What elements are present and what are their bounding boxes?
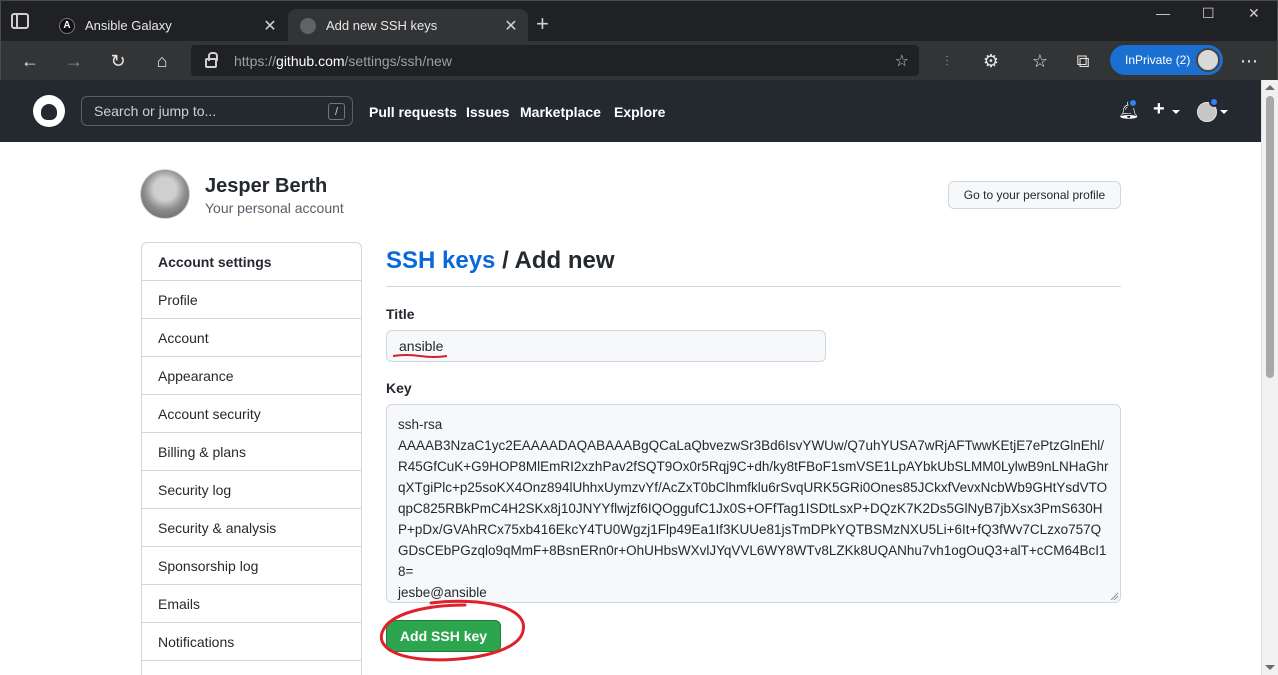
- ansible-favicon-icon: A: [59, 17, 75, 34]
- sidebar-item-security-analysis[interactable]: Security & analysis: [142, 509, 361, 547]
- tab-actions-icon[interactable]: [11, 13, 29, 29]
- chevron-down-icon: [1220, 110, 1228, 114]
- sidebar-item-appearance[interactable]: Appearance: [142, 357, 361, 395]
- settings-sidebar: Account settings Profile Account Appeara…: [141, 242, 362, 675]
- github-favicon-icon: [300, 17, 316, 34]
- address-bar[interactable]: https://github.com/settings/ssh/new ☆: [191, 45, 919, 76]
- key-textarea[interactable]: ssh-rsa AAAAB3NzaC1yc2EAAAADAQABAAABgQCa…: [386, 404, 1121, 603]
- search-placeholder: Search or jump to...: [94, 103, 217, 119]
- sidebar-item-profile[interactable]: Profile: [142, 281, 361, 319]
- page-scrollbar[interactable]: [1261, 80, 1278, 675]
- scroll-down-icon[interactable]: [1265, 665, 1275, 670]
- account-type-label: Your personal account: [205, 200, 344, 216]
- extensions-icon[interactable]: ⚙: [977, 47, 1005, 75]
- chevron-down-icon: [1172, 110, 1180, 114]
- inprivate-label: InPrivate (2): [1125, 53, 1191, 67]
- browser-tab-add-ssh-keys[interactable]: Add new SSH keys ✕: [288, 9, 528, 42]
- maximize-icon[interactable]: ☐: [1202, 5, 1215, 22]
- sidebar-item-account[interactable]: Account: [142, 319, 361, 357]
- avatar[interactable]: [140, 169, 190, 219]
- nav-explore[interactable]: Explore: [614, 104, 665, 120]
- nav-issues[interactable]: Issues: [466, 104, 510, 120]
- nav-marketplace[interactable]: Marketplace: [520, 104, 601, 120]
- forward-icon[interactable]: →: [60, 47, 88, 75]
- scroll-up-icon[interactable]: [1265, 85, 1275, 90]
- add-ssh-key-button[interactable]: Add SSH key: [386, 620, 501, 652]
- browser-tab-ansible-galaxy[interactable]: A Ansible Galaxy ✕: [47, 9, 287, 42]
- heading-divider: [386, 286, 1121, 287]
- key-label: Key: [386, 380, 412, 396]
- url-text: https://github.com/settings/ssh/new: [234, 52, 452, 69]
- title-input[interactable]: [386, 330, 826, 362]
- collections-icon[interactable]: ⧉: [1069, 47, 1097, 75]
- sidebar-item-billing[interactable]: Billing & plans: [142, 433, 361, 471]
- page-title: SSH keys / Add new: [386, 247, 615, 275]
- inprivate-badge[interactable]: InPrivate (2): [1110, 45, 1223, 75]
- notification-indicator-dot: [1128, 98, 1138, 108]
- home-icon[interactable]: ⌂: [148, 47, 176, 75]
- more-menu-icon[interactable]: ⋯: [1235, 47, 1263, 75]
- breadcrumb-ssh-keys-link[interactable]: SSH keys: [386, 247, 495, 274]
- search-input[interactable]: Search or jump to... /: [81, 96, 353, 126]
- close-tab-icon[interactable]: ✕: [259, 15, 281, 37]
- sidebar-item-security-log[interactable]: Security log: [142, 471, 361, 509]
- sidebar-item-notifications[interactable]: Notifications: [142, 623, 361, 661]
- tab-title: Add new SSH keys: [326, 18, 438, 33]
- minimize-icon[interactable]: —: [1156, 5, 1170, 21]
- resize-handle-icon[interactable]: [1110, 592, 1119, 601]
- scrollbar-thumb[interactable]: [1266, 96, 1274, 378]
- sidebar-item-sponsorship-log[interactable]: Sponsorship log: [142, 547, 361, 585]
- tab-title: Ansible Galaxy: [85, 18, 172, 33]
- nav-pull-requests[interactable]: Pull requests: [369, 104, 457, 120]
- spellcheck-underline: [393, 354, 447, 358]
- read-aloud-icon[interactable]: ⫶: [933, 47, 961, 75]
- close-window-icon[interactable]: ✕: [1248, 5, 1260, 22]
- status-indicator-dot: [1209, 97, 1219, 107]
- github-header: Search or jump to... / Pull requests Iss…: [0, 80, 1261, 142]
- page-title-suffix: / Add new: [495, 247, 615, 274]
- sidebar-item-account-security[interactable]: Account security: [142, 395, 361, 433]
- lock-icon: [205, 51, 218, 68]
- go-to-profile-button[interactable]: Go to your personal profile: [948, 181, 1121, 209]
- browser-tab-bar: A Ansible Galaxy ✕ Add new SSH keys ✕ + …: [0, 0, 1278, 42]
- user-name: Jesper Berth: [205, 175, 328, 197]
- search-shortcut-key: /: [328, 103, 345, 120]
- add-favorite-icon[interactable]: ☆: [895, 51, 909, 71]
- new-tab-icon[interactable]: +: [536, 13, 549, 35]
- close-tab-icon[interactable]: ✕: [500, 15, 522, 37]
- title-label: Title: [386, 306, 415, 322]
- create-new-plus-icon[interactable]: +: [1153, 98, 1165, 121]
- sidebar-header-account-settings: Account settings: [142, 243, 361, 281]
- github-logo-icon[interactable]: [33, 95, 65, 127]
- refresh-icon[interactable]: ↻: [104, 47, 132, 75]
- profile-avatar-icon: [1196, 48, 1220, 72]
- back-icon[interactable]: ←: [16, 47, 44, 75]
- sidebar-item-emails[interactable]: Emails: [142, 585, 361, 623]
- browser-toolbar: ← → ↻ ⌂ https://github.com/settings/ssh/…: [0, 41, 1278, 80]
- favorites-icon[interactable]: ☆: [1026, 47, 1054, 75]
